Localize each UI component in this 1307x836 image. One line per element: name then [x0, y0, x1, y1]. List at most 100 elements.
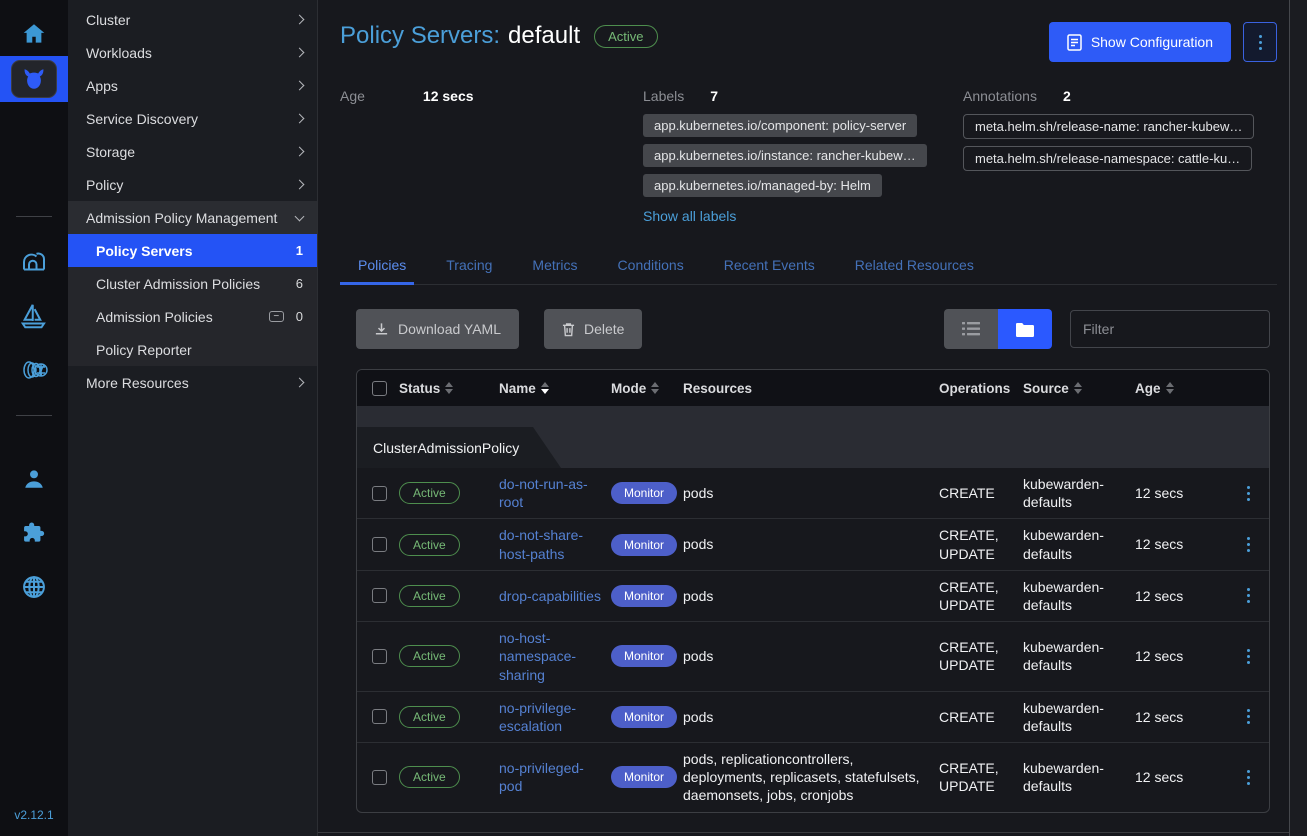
policy-name-link[interactable]: no-host-namespace-sharing — [499, 629, 611, 684]
age-cell: 12 secs — [1135, 768, 1227, 786]
user-icon[interactable] — [17, 462, 51, 496]
sidebar-item-policy[interactable]: Policy — [68, 168, 317, 201]
kubewarden-rail-button[interactable] — [0, 56, 68, 102]
mode-badge: Monitor — [611, 585, 677, 607]
tab-tracing[interactable]: Tracing — [428, 248, 514, 284]
delete-label: Delete — [584, 321, 624, 337]
sort-arrows-icon — [445, 382, 453, 394]
resources-cell: pods — [683, 535, 939, 553]
cluster-coil-icon[interactable] — [17, 353, 51, 387]
status-badge: Active — [594, 25, 657, 48]
sidebar-item-storage[interactable]: Storage — [68, 135, 317, 168]
row-checkbox[interactable] — [372, 537, 387, 552]
column-header-label: Status — [399, 381, 440, 396]
sidebar-item-cluster-admission-policies[interactable]: Cluster Admission Policies6 — [68, 267, 317, 300]
sidebar-item-service-discovery[interactable]: Service Discovery — [68, 102, 317, 135]
labels-label: Labels — [643, 88, 684, 104]
sidebar-item-policy-reporter[interactable]: Policy Reporter — [68, 333, 317, 366]
sidebar-item-cluster[interactable]: Cluster — [68, 3, 317, 36]
policy-name-link[interactable]: drop-capabilities — [499, 587, 611, 605]
mode-cell: Monitor — [611, 766, 683, 788]
mode-cell: Monitor — [611, 706, 683, 728]
sidebar-item-apps[interactable]: Apps — [68, 69, 317, 102]
row-kebab-menu-button[interactable] — [1227, 649, 1269, 664]
tab-related-resources[interactable]: Related Resources — [837, 248, 996, 284]
mode-badge: Monitor — [611, 482, 677, 504]
tab-policies[interactable]: Policies — [340, 248, 428, 284]
grouped-view-button[interactable] — [998, 309, 1052, 349]
sidebar-item-policy-servers[interactable]: Policy Servers1 — [68, 234, 317, 267]
delete-button[interactable]: Delete — [544, 309, 642, 349]
sidebar-item-more-resources[interactable]: More Resources — [68, 366, 317, 399]
scrollbar-track[interactable] — [1289, 0, 1307, 836]
extensions-puzzle-icon[interactable] — [17, 516, 51, 550]
label-chip: app.kubernetes.io/managed-by: Helm — [643, 174, 882, 197]
kebab-icon — [1259, 35, 1262, 50]
show-configuration-button[interactable]: Show Configuration — [1049, 22, 1231, 62]
tab-metrics[interactable]: Metrics — [514, 248, 599, 284]
sidebar-item-count: 1 — [296, 243, 303, 258]
home-button[interactable] — [0, 12, 68, 56]
resource-name: default — [508, 22, 580, 50]
tab-recent-events[interactable]: Recent Events — [706, 248, 837, 284]
sidebar-item-admission-policy-management[interactable]: Admission Policy Management — [68, 201, 317, 234]
column-header-age[interactable]: Age — [1135, 381, 1227, 396]
annotations-column: Annotations 2 meta.helm.sh/release-name:… — [963, 88, 1277, 226]
globe-icon[interactable] — [17, 570, 51, 604]
filter-input[interactable] — [1070, 310, 1270, 348]
annotations-label: Annotations — [963, 88, 1037, 104]
toolbar-right — [944, 309, 1270, 349]
source-cell: kubewarden-defaults — [1023, 526, 1135, 562]
rail-bottom-icons — [17, 452, 51, 614]
cluster-arch-icon[interactable] — [17, 245, 51, 279]
status-cell: Active — [399, 534, 499, 556]
column-header-name[interactable]: Name — [499, 381, 611, 396]
flat-list-view-button[interactable] — [944, 309, 998, 349]
list-icon — [962, 322, 980, 336]
rail-divider — [16, 216, 52, 217]
column-header-mode[interactable]: Mode — [611, 381, 683, 396]
app-version: v2.12.1 — [14, 808, 53, 822]
detail-tabs: PoliciesTracingMetricsConditionsRecent E… — [340, 248, 1277, 285]
row-checkbox[interactable] — [372, 770, 387, 785]
row-kebab-menu-button[interactable] — [1227, 537, 1269, 552]
column-header-label: Name — [499, 381, 536, 396]
row-kebab-menu-button[interactable] — [1227, 486, 1269, 501]
select-all-checkbox[interactable] — [372, 381, 387, 396]
policy-name-link[interactable]: do-not-share-host-paths — [499, 526, 611, 562]
status-cell: Active — [399, 706, 499, 728]
tab-conditions[interactable]: Conditions — [600, 248, 706, 284]
home-icon — [21, 21, 47, 47]
header-kebab-menu-button[interactable] — [1243, 22, 1277, 62]
row-checkbox[interactable] — [372, 709, 387, 724]
source-cell: kubewarden-defaults — [1023, 638, 1135, 674]
annotation-chips: meta.helm.sh/release-name: rancher-kubew… — [963, 114, 1277, 171]
sidebar-item-admission-policies[interactable]: Admission Policies−0 — [68, 300, 317, 333]
chevron-right-icon — [295, 114, 305, 124]
policy-name-link[interactable]: no-privilege-escalation — [499, 699, 611, 735]
chevron-right-icon — [295, 147, 305, 157]
group-label: ClusterAdmissionPolicy — [357, 427, 561, 468]
policy-name-link[interactable]: do-not-run-as-root — [499, 475, 611, 511]
row-kebab-menu-button[interactable] — [1227, 709, 1269, 724]
show-all-labels-link[interactable]: Show all labels — [643, 208, 736, 224]
resources-cell: pods, replicationcontrollers, deployment… — [683, 750, 939, 805]
download-yaml-button[interactable]: Download YAML — [356, 309, 519, 349]
row-kebab-menu-button[interactable] — [1227, 770, 1269, 785]
icon-rail: v2.12.1 — [0, 0, 68, 836]
policy-name-link[interactable]: no-privileged-pod — [499, 759, 611, 795]
column-header-status[interactable]: Status — [399, 381, 499, 396]
column-header-source[interactable]: Source — [1023, 381, 1135, 396]
column-header-label: Age — [1135, 381, 1161, 396]
row-checkbox[interactable] — [372, 649, 387, 664]
cluster-sailboat-icon[interactable] — [17, 299, 51, 333]
sidebar-expanded-group: Admission Policy ManagementPolicy Server… — [68, 201, 317, 366]
row-status-badge: Active — [399, 645, 460, 667]
row-checkbox[interactable] — [372, 588, 387, 603]
table-header-row: StatusNameModeResourcesOperationsSourceA… — [357, 370, 1269, 406]
cluster-shortcuts — [16, 198, 52, 434]
row-kebab-menu-button[interactable] — [1227, 588, 1269, 603]
sidebar-item-workloads[interactable]: Workloads — [68, 36, 317, 69]
show-configuration-label: Show Configuration — [1091, 34, 1213, 50]
row-checkbox[interactable] — [372, 486, 387, 501]
